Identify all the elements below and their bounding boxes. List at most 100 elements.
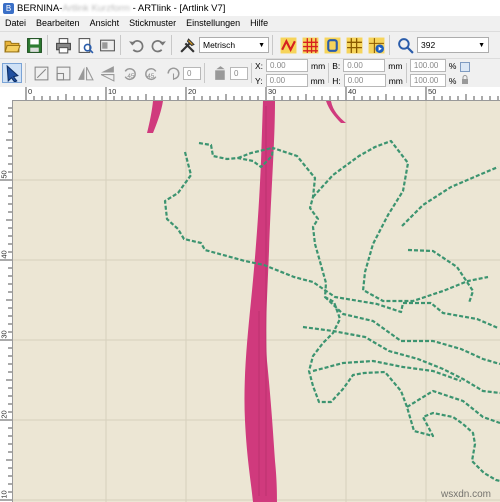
- separator: [204, 63, 205, 83]
- pointer-arrow-icon: [6, 64, 19, 82]
- mirror-horizontal-button[interactable]: [75, 63, 95, 83]
- ruler-label: 30: [268, 87, 277, 96]
- y-unit-label: mm: [310, 75, 325, 86]
- y-position-field[interactable]: 0.00: [265, 74, 308, 87]
- size-group: B: 0.00 mm H: 0.00 mm: [332, 59, 403, 87]
- hoop-icon: [324, 37, 340, 53]
- scale-tool-button[interactable]: [53, 63, 73, 83]
- select-tool-button[interactable]: [2, 63, 22, 83]
- main-toolbar: Metrisch ▼ 392 ▼: [0, 31, 500, 58]
- save-icon: [26, 37, 42, 53]
- export-button[interactable]: [97, 35, 117, 55]
- app-icon: B: [3, 2, 14, 14]
- design-artwork: wsxdn.com: [13, 101, 500, 502]
- menu-hilfe[interactable]: Hilfe: [245, 16, 273, 31]
- horizontal-ruler-ticks: [25, 87, 499, 100]
- redo-icon: [151, 39, 166, 52]
- width-field[interactable]: 0.00: [343, 59, 386, 72]
- percent-label: %: [448, 75, 457, 86]
- folder-open-icon: [3, 40, 21, 52]
- zoom-button[interactable]: [395, 35, 415, 55]
- resize-icon: [34, 66, 48, 80]
- slant-value-field[interactable]: 0: [230, 66, 248, 80]
- zoom-select-value: 392: [421, 40, 436, 50]
- menu-ansicht[interactable]: Ansicht: [85, 16, 125, 31]
- x-position-field[interactable]: 0.00: [266, 59, 309, 72]
- stitch-player-icon: [368, 37, 384, 53]
- vertical-ruler-ticks: [0, 107, 12, 501]
- printer-icon: [55, 37, 71, 53]
- menu-bearbeiten[interactable]: Bearbeiten: [31, 16, 85, 31]
- export-icon: [99, 39, 115, 51]
- print-preview-button[interactable]: [75, 35, 95, 55]
- width-unit-label: mm: [388, 60, 403, 71]
- separator: [120, 35, 121, 55]
- ruler-label: 20: [188, 87, 197, 96]
- redo-button[interactable]: [148, 35, 168, 55]
- y-label: Y:: [255, 75, 263, 86]
- window-title: BERNINA-Artlink Kurzform - ARTlink - [Ar…: [17, 2, 226, 14]
- stitch-type-button[interactable]: [278, 35, 298, 55]
- units-select[interactable]: Metrisch ▼: [199, 37, 269, 53]
- tools-icon: [179, 37, 195, 53]
- proportion-checkbox[interactable]: [460, 61, 471, 72]
- rotate-value-field[interactable]: 0: [183, 66, 201, 80]
- hoop-button[interactable]: [322, 35, 342, 55]
- stem-stitches: [147, 101, 346, 502]
- menu-bar: Datei Bearbeiten Ansicht Stickmuster Ein…: [0, 16, 500, 31]
- print-preview-icon: [78, 37, 94, 54]
- menu-stickmuster[interactable]: Stickmuster: [124, 16, 181, 31]
- ruler-label: 10: [108, 87, 117, 96]
- percent-group: 100.00% 100.00%: [409, 59, 457, 87]
- x-unit-label: mm: [311, 60, 326, 71]
- rotate-left-label: 45: [127, 72, 135, 79]
- title-bar: B BERNINA-Artlink Kurzform - ARTlink - […: [0, 0, 500, 16]
- height-field[interactable]: 0.00: [343, 74, 386, 87]
- magnifier-icon: [397, 37, 414, 54]
- rotate-right-icon: 45: [144, 67, 156, 80]
- ruler-label: 0: [28, 87, 33, 96]
- mirror-vertical-button[interactable]: [97, 63, 117, 83]
- print-button[interactable]: [53, 35, 73, 55]
- rotate-right-45-button[interactable]: 45: [141, 63, 161, 83]
- rotate-left-45-button[interactable]: 45: [119, 63, 139, 83]
- percent-label: %: [448, 60, 457, 71]
- stitch-player-button[interactable]: [366, 35, 386, 55]
- ruler-label: 20: [0, 410, 9, 419]
- zoom-select[interactable]: 392 ▼: [417, 37, 489, 53]
- chevron-down-icon: ▼: [258, 41, 265, 49]
- design-area: 0 10 20 30 40 50 50 40 30 20 10 wsxdn.co…: [0, 87, 500, 502]
- slant-tool-button[interactable]: [210, 63, 230, 83]
- save-button[interactable]: [24, 35, 44, 55]
- rotate-free-button[interactable]: [163, 63, 183, 83]
- width-label: B:: [332, 60, 341, 71]
- rotate-right-label: 45: [147, 72, 155, 79]
- width-percent-field[interactable]: 100.00: [409, 59, 446, 72]
- flower-outline-stitches: [163, 139, 500, 483]
- lock-icon: [462, 74, 469, 84]
- proportion-group: [460, 61, 471, 85]
- x-label: X:: [255, 60, 264, 71]
- menu-einstellungen[interactable]: Einstellungen: [181, 16, 245, 31]
- ruler-label: 50: [0, 170, 9, 179]
- mirror-horizontal-icon: [77, 66, 94, 80]
- resize-tool-button[interactable]: [31, 63, 51, 83]
- grid-button[interactable]: [344, 35, 364, 55]
- fill-stitch-button[interactable]: [300, 35, 320, 55]
- open-button[interactable]: [2, 35, 22, 55]
- height-percent-field[interactable]: 100.00: [409, 74, 446, 87]
- rotate-free-icon: [166, 66, 180, 80]
- height-label: H:: [332, 75, 341, 86]
- separator: [47, 35, 48, 55]
- undo-button[interactable]: [126, 35, 146, 55]
- undo-icon: [128, 39, 143, 52]
- vertical-ruler: 50 40 30 20 10: [0, 100, 13, 502]
- edit-toolbar: 45 45 0 0 X: 0.00 mm Y: 0.00 mm B: 0.00 mm H: 0…: [0, 58, 500, 88]
- separator: [251, 63, 252, 83]
- height-unit-label: mm: [388, 75, 403, 86]
- menu-datei[interactable]: Datei: [0, 16, 31, 31]
- watermark-text: wsxdn.com: [440, 489, 491, 500]
- embroidery-canvas[interactable]: wsxdn.com: [13, 101, 500, 502]
- units-select-value: Metrisch: [203, 40, 236, 50]
- tools-button[interactable]: [177, 35, 197, 55]
